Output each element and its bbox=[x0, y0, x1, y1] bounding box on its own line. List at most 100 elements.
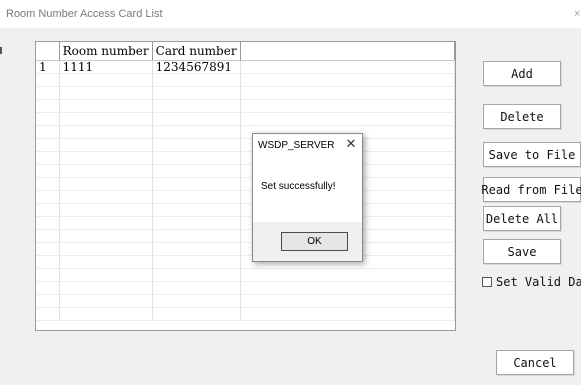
table-cell: 1 bbox=[36, 60, 60, 74]
table-cell bbox=[240, 60, 455, 74]
table-cell bbox=[152, 268, 241, 282]
delete-all-button[interactable]: Delete All bbox=[483, 206, 561, 231]
table-cell bbox=[240, 86, 455, 100]
read-from-file-button[interactable]: Read from File bbox=[481, 177, 581, 202]
table-cell bbox=[152, 229, 241, 243]
table-cell bbox=[59, 294, 153, 308]
table-cell bbox=[59, 190, 153, 204]
table-row[interactable] bbox=[36, 229, 455, 243]
table-row[interactable] bbox=[36, 138, 455, 152]
table-row[interactable]: 1 1111 1234567891 bbox=[36, 60, 455, 74]
table-cell bbox=[36, 151, 60, 165]
table-cell bbox=[36, 86, 60, 100]
card-table: Room number Card number 1 1111 1234567891 bbox=[36, 42, 455, 321]
table-cell bbox=[240, 112, 455, 126]
table-cell bbox=[36, 177, 60, 191]
table-cell bbox=[152, 138, 241, 152]
table-cell bbox=[36, 73, 60, 87]
column-header[interactable] bbox=[36, 42, 60, 61]
table-cell bbox=[36, 268, 60, 282]
add-button[interactable]: Add bbox=[483, 61, 561, 86]
table-cell: 1111 bbox=[59, 60, 153, 74]
column-header[interactable]: Room number bbox=[59, 42, 153, 61]
table-cell bbox=[36, 242, 60, 256]
table-cell bbox=[59, 164, 153, 178]
table-cell bbox=[36, 112, 60, 126]
table-cell bbox=[59, 86, 153, 100]
table-row[interactable] bbox=[36, 190, 455, 204]
table-cell bbox=[152, 73, 241, 87]
table-cell bbox=[240, 294, 455, 308]
table-row[interactable] bbox=[36, 112, 455, 126]
table-row[interactable] bbox=[36, 242, 455, 256]
table-cell bbox=[36, 307, 60, 321]
message-dialog: WSDP_SERVER ✕ Set successfully! OK bbox=[252, 133, 363, 262]
table-cell bbox=[152, 164, 241, 178]
table-cell bbox=[59, 268, 153, 282]
set-valid-date-checkbox[interactable]: Set Valid Date bbox=[482, 275, 581, 289]
window-edge-marker bbox=[0, 47, 2, 54]
checkbox-box[interactable] bbox=[482, 277, 492, 287]
table-cell bbox=[59, 307, 153, 321]
table-row[interactable] bbox=[36, 294, 455, 308]
table-row[interactable] bbox=[36, 177, 455, 191]
table-cell bbox=[152, 307, 241, 321]
table-cell bbox=[152, 99, 241, 113]
table-cell bbox=[59, 73, 153, 87]
table-cell bbox=[59, 112, 153, 126]
column-header[interactable]: Card number bbox=[152, 42, 241, 61]
column-header[interactable] bbox=[240, 42, 455, 61]
save-button[interactable]: Save bbox=[483, 239, 561, 264]
table-cell bbox=[59, 138, 153, 152]
window-title: Room Number Access Card List bbox=[6, 8, 163, 20]
table-cell bbox=[240, 281, 455, 295]
table-cell bbox=[36, 203, 60, 217]
table-cell bbox=[152, 216, 241, 230]
table-cell bbox=[59, 216, 153, 230]
table-row[interactable] bbox=[36, 125, 455, 139]
table-cell bbox=[59, 242, 153, 256]
table-cell bbox=[59, 281, 153, 295]
table-cell bbox=[152, 177, 241, 191]
table-cell bbox=[152, 190, 241, 204]
table-cell bbox=[240, 268, 455, 282]
delete-button[interactable]: Delete bbox=[483, 104, 561, 129]
table-row[interactable] bbox=[36, 86, 455, 100]
table-row[interactable] bbox=[36, 164, 455, 178]
table-row[interactable] bbox=[36, 281, 455, 295]
set-valid-date-label: Set Valid Date bbox=[496, 275, 581, 289]
table-row[interactable] bbox=[36, 99, 455, 113]
dialog-title-bar: WSDP_SERVER ✕ bbox=[253, 134, 362, 156]
table-row[interactable] bbox=[36, 73, 455, 87]
table-cell bbox=[59, 151, 153, 165]
table-row[interactable] bbox=[36, 151, 455, 165]
table-row[interactable] bbox=[36, 268, 455, 282]
window-close-icon[interactable]: × bbox=[574, 8, 580, 20]
table-cell bbox=[240, 99, 455, 113]
table-row[interactable] bbox=[36, 216, 455, 230]
cancel-button[interactable]: Cancel bbox=[496, 350, 574, 375]
table-cell bbox=[240, 73, 455, 87]
table-cell bbox=[36, 125, 60, 139]
table-cell bbox=[36, 164, 60, 178]
table-cell bbox=[152, 255, 241, 269]
title-bar: Room Number Access Card List × bbox=[0, 0, 581, 28]
ok-button[interactable]: OK bbox=[281, 232, 348, 251]
dialog-message: Set successfully! bbox=[261, 181, 336, 192]
table-cell bbox=[152, 151, 241, 165]
table-cell bbox=[36, 138, 60, 152]
save-to-file-button[interactable]: Save to File bbox=[483, 142, 581, 167]
table-cell bbox=[36, 229, 60, 243]
table-cell bbox=[36, 99, 60, 113]
access-card-list-window: Room Number Access Card List × Room numb… bbox=[0, 0, 581, 385]
table-cell: 1234567891 bbox=[152, 60, 241, 74]
dialog-close-icon[interactable]: ✕ bbox=[344, 137, 358, 151]
table-cell bbox=[36, 255, 60, 269]
table-row[interactable] bbox=[36, 255, 455, 269]
table-row[interactable] bbox=[36, 203, 455, 217]
table-cell bbox=[240, 307, 455, 321]
table-cell bbox=[152, 112, 241, 126]
table-cell bbox=[36, 190, 60, 204]
table-row[interactable] bbox=[36, 307, 455, 321]
card-list-view[interactable]: Room number Card number 1 1111 1234567891 bbox=[35, 41, 456, 331]
